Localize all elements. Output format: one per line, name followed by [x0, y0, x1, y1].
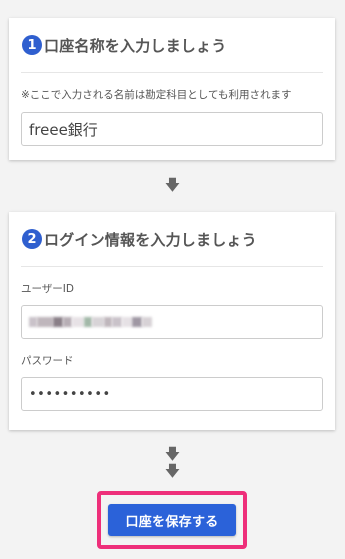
userid-input[interactable]: [21, 305, 323, 339]
arrow-down-icon: 🡇: [164, 445, 181, 463]
step2-badge: 2: [22, 229, 42, 249]
account-name-input[interactable]: freee銀行: [21, 112, 323, 146]
account-name-value: freee銀行: [29, 120, 98, 139]
step1-badge: 1: [22, 35, 42, 55]
save-account-button[interactable]: 口座を保存する: [108, 504, 236, 536]
password-input[interactable]: ••••••••••: [21, 377, 323, 411]
save-button-highlight: 口座を保存する: [97, 491, 247, 549]
step1-header: 1 口座名称を入力しましょう: [21, 18, 323, 73]
password-value: ••••••••••: [29, 386, 111, 402]
step2-title: ログイン情報を入力しましょう: [44, 230, 257, 249]
userid-blurred-value: [29, 317, 152, 327]
account-name-card: 1 口座名称を入力しましょう ※ここで入力される名前は勘定科目としても利用されま…: [9, 18, 335, 160]
account-name-note: ※ここで入力される名前は勘定科目としても利用されます: [21, 89, 292, 101]
step1-title: 口座名称を入力しましょう: [44, 36, 227, 55]
login-info-card: 2 ログイン情報を入力しましょう ユーザーID パスワード ••••••••••: [9, 212, 335, 430]
step2-header: 2 ログイン情報を入力しましょう: [21, 212, 323, 267]
password-label: パスワード: [21, 355, 74, 367]
arrow-down-icon: 🡇: [164, 462, 181, 480]
arrow-down-icon: 🡇: [164, 176, 181, 194]
userid-label: ユーザーID: [21, 283, 74, 295]
